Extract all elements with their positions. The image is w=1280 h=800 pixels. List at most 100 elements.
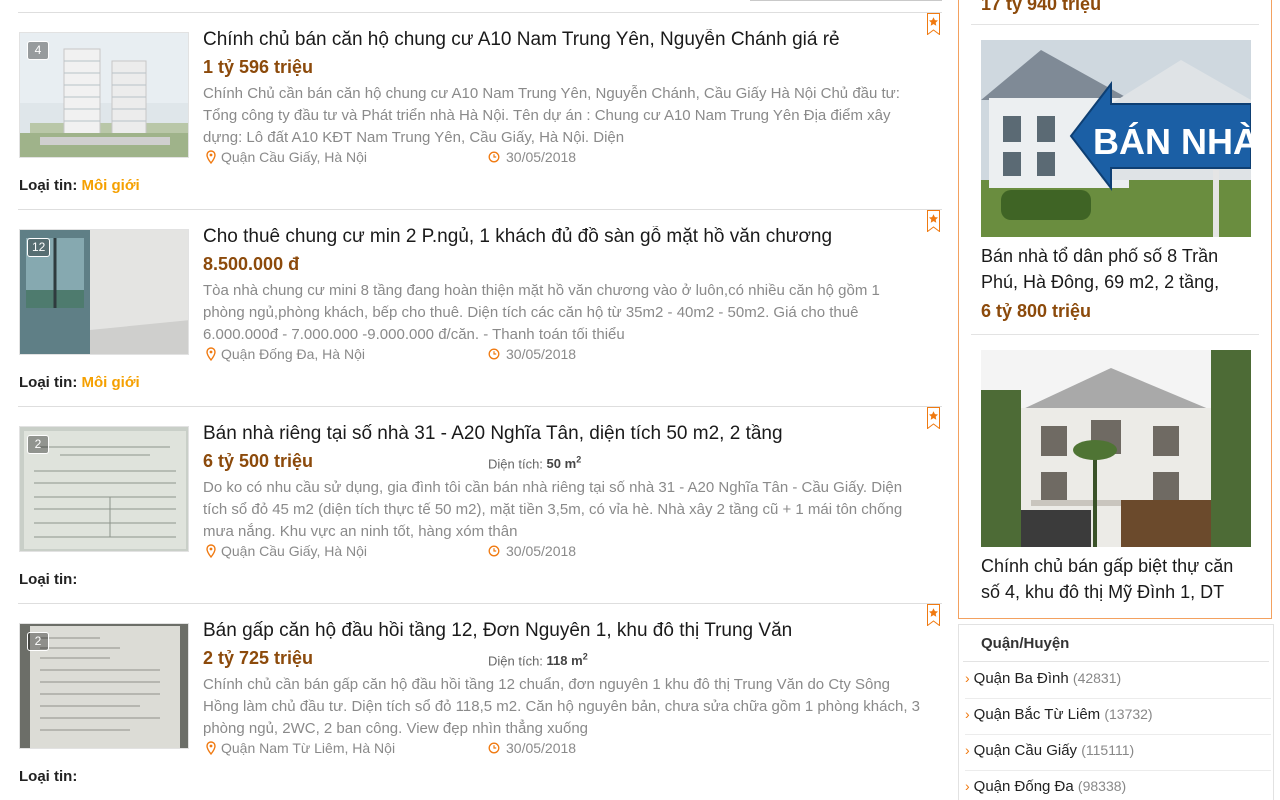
listing-price: 1 tỷ 596 triệu <box>203 57 314 77</box>
area-value: 50 m2 <box>546 455 582 472</box>
photo-count-badge: 2 <box>27 632 49 651</box>
bookmark-icon[interactable] <box>927 13 940 35</box>
list-item: 2 Bán nhà riêng tại số nhà 31 - A20 Nghĩ… <box>18 407 942 604</box>
listing-date: 30/05/2018 <box>488 543 576 559</box>
district-header: Quận/Huyện <box>981 635 1070 652</box>
listing-location: Quận Cầu Giấy, Hà Nội <box>205 543 367 559</box>
listing-thumbnail[interactable]: 4 <box>19 32 189 158</box>
divider <box>971 334 1259 335</box>
listing-title[interactable]: Bán nhà riêng tại số nhà 31 - A20 Nghĩa … <box>203 423 923 445</box>
district-name: Quận Đống Đa <box>973 778 1074 795</box>
date-text: 30/05/2018 <box>506 149 577 165</box>
divider <box>971 24 1259 25</box>
clock-icon <box>488 151 500 163</box>
listing-description: Do ko có nhu cầu sử dụng, gia đình tôi c… <box>203 479 903 540</box>
listing-location: Quận Cầu Giấy, Hà Nội <box>205 149 367 165</box>
district-link[interactable]: › Quận Đống Đa (98338) <box>965 771 1271 800</box>
district-name: Quận Bắc Từ Liêm <box>973 706 1101 723</box>
district-count: (115111) <box>1081 742 1135 758</box>
map-pin-icon <box>206 347 216 361</box>
listing-date: 30/05/2018 <box>488 149 576 165</box>
featured-card-title[interactable]: Bán nhà tổ dân phố số 8 Trần Phú, Hà Đôn… <box>981 243 1251 295</box>
chevron-right-icon: › <box>965 742 970 758</box>
area-value: 118 m2 <box>546 652 588 669</box>
type-label: Loại tin <box>19 374 73 391</box>
area-label: Diện tích: <box>488 653 543 669</box>
location-text: Quận Nam Từ Liêm, Hà Nội <box>221 740 396 756</box>
listing-description: Chính chủ cần bán gấp căn hộ đầu hồi tần… <box>203 676 920 737</box>
listing-area: Diện tích: 118 m2 <box>488 652 588 668</box>
bookmark-icon[interactable] <box>927 407 940 429</box>
district-link[interactable]: › Quận Bắc Từ Liêm (13732) <box>965 699 1271 735</box>
clock-icon <box>488 348 500 360</box>
featured-card-price: 6 tỷ 800 triệu <box>981 301 1092 321</box>
villa-photo <box>981 350 1251 547</box>
listing-title[interactable]: Bán gấp căn hộ đầu hồi tầng 12, Đơn Nguy… <box>203 620 923 642</box>
map-pin-icon <box>206 741 216 755</box>
chevron-right-icon: › <box>965 670 970 686</box>
district-count: (42831) <box>1072 670 1122 686</box>
listing-column: 4 Chính chủ bán căn hộ chung cư A10 Nam … <box>18 0 942 800</box>
featured-card-image[interactable]: BÁN NHÀ <box>981 40 1251 237</box>
listing-description: Chính Chủ cần bán căn hộ chung cư A10 Na… <box>203 85 900 146</box>
type-value: Môi giới <box>81 177 140 194</box>
listing-type: Loại tin: Môi giới <box>19 177 140 194</box>
listing-thumbnail[interactable]: 2 <box>19 426 189 552</box>
chevron-right-icon: › <box>965 778 970 794</box>
listing-price: 2 tỷ 725 triệu <box>203 648 314 668</box>
clock-icon <box>488 742 500 754</box>
clock-icon <box>488 545 500 557</box>
district-filter: Quận/Huyện › Quận Ba Đình (42831) › Quận B… <box>958 624 1274 800</box>
featured-card: BÁN NHÀ Bán nhà tổ dân phố số 8 Trần Phú… <box>981 40 1251 322</box>
listing-title[interactable]: Chính chủ bán căn hộ chung cư A10 Nam Tr… <box>203 29 923 51</box>
listing-area: Diện tích: 50 m2 <box>488 455 581 471</box>
district-count: (98338) <box>1077 778 1127 794</box>
photo-count-badge: 4 <box>27 41 49 60</box>
district-link[interactable]: › Quận Ba Đình (42831) <box>965 663 1271 699</box>
list-item: 4 Chính chủ bán căn hộ chung cư A10 Nam … <box>18 13 942 210</box>
listing-thumbnail[interactable]: 12 <box>19 229 189 355</box>
featured-card-image[interactable] <box>981 350 1251 547</box>
area-label: Diện tích: <box>488 456 543 472</box>
list-item: 2 Bán gấp căn hộ đầu hồi tầng 12, Đơn Ng… <box>18 604 942 800</box>
featured-card-title[interactable]: Chính chủ bán gấp biệt thự căn số 4, khu… <box>981 553 1251 605</box>
photo-count-badge: 2 <box>27 435 49 454</box>
district-name: Quận Cầu Giấy <box>973 742 1078 759</box>
listing-type: Loại tin: <box>19 571 78 588</box>
type-label: Loại tin <box>19 571 73 588</box>
previous-card-price: 17 tỷ 940 triệu <box>981 0 1102 14</box>
bookmark-icon[interactable] <box>927 210 940 232</box>
type-label: Loại tin <box>19 768 73 785</box>
date-text: 30/05/2018 <box>506 346 577 362</box>
listing-type: Loại tin: Môi giới <box>19 374 140 391</box>
listing-price: 8.500.000 đ <box>203 254 300 274</box>
photo-count-badge: 12 <box>27 238 51 257</box>
sign-text: BÁN NHÀ <box>1093 121 1251 162</box>
listing-location: Quận Nam Từ Liêm, Hà Nội <box>205 740 395 756</box>
bookmark-icon[interactable] <box>927 604 940 626</box>
listing-location: Quận Đống Đa, Hà Nội <box>205 346 365 362</box>
listing-type: Loại tin: <box>19 768 78 785</box>
location-text: Quận Cầu Giấy, Hà Nội <box>221 149 368 165</box>
location-text: Quận Đống Đa, Hà Nội <box>221 346 365 362</box>
date-text: 30/05/2018 <box>506 543 577 559</box>
featured-card: Chính chủ bán gấp biệt thự căn số 4, khu… <box>981 350 1251 605</box>
map-pin-icon <box>206 150 216 164</box>
location-text: Quận Cầu Giấy, Hà Nội <box>221 543 368 559</box>
listing-price: 6 tỷ 500 triệu <box>203 451 314 471</box>
listing-date: 30/05/2018 <box>488 346 576 362</box>
district-link[interactable]: › Quận Cầu Giấy (115111) <box>965 735 1271 771</box>
date-text: 30/05/2018 <box>506 740 577 756</box>
listing-date: 30/05/2018 <box>488 740 576 756</box>
type-value: Môi giới <box>81 374 140 391</box>
district-count: (13732) <box>1104 706 1153 722</box>
list-item: 12 Cho thuê chung cư min 2 P.ngủ, 1 khác… <box>18 210 942 407</box>
divider <box>963 661 1269 662</box>
house-for-sale-photo: BÁN NHÀ <box>981 40 1251 237</box>
listing-title[interactable]: Cho thuê chung cư min 2 P.ngủ, 1 khách đ… <box>203 226 923 248</box>
listing-thumbnail[interactable]: 2 <box>19 623 189 749</box>
map-pin-icon <box>206 544 216 558</box>
divider <box>750 0 942 1</box>
chevron-right-icon: › <box>965 706 970 722</box>
district-name: Quận Ba Đình <box>973 670 1069 687</box>
